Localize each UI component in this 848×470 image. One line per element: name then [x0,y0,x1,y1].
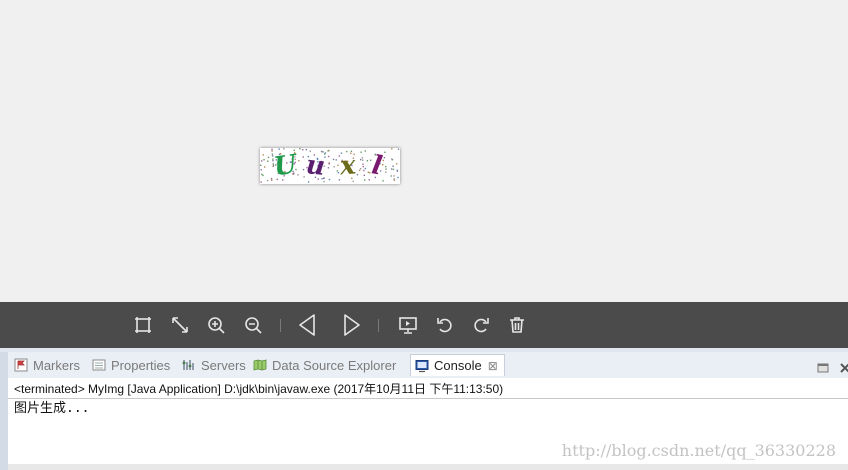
fit-to-window-icon [135,317,151,333]
zoom-in-button[interactable] [204,313,228,337]
watermark-text: http://blog.csdn.net/qq_36330228 [561,441,836,460]
tab-label: Data Source Explorer [272,357,397,373]
viewer-toolbar [0,302,848,348]
slideshow-button[interactable] [396,313,420,337]
panel-tab-bar: Markers Properties Servers Data Source E… [0,352,848,378]
tab-label: Console [434,358,482,373]
tab-label: Markers [33,357,80,373]
console-output-line: 图片生成... [14,401,90,416]
image-viewer-canvas: U u x l [0,0,848,302]
delete-icon [510,317,524,333]
captcha-char: x [338,150,357,182]
console-icon [415,359,429,372]
captcha-char: U [272,149,299,183]
close-icon[interactable]: ⊠ [488,359,498,373]
properties-icon [92,359,106,371]
screen: U u x l Markers Properties Servers Data … [0,0,848,470]
actual-size-icon [172,317,188,333]
fit-to-window-button[interactable] [131,313,155,337]
console-status-line: <terminated> MyImg [Java Application] D:… [8,379,848,399]
rotate-right-button[interactable] [469,313,493,337]
markers-icon [14,358,28,372]
tab-console[interactable]: Console ⊠ [410,354,505,376]
zoom-in-icon [208,317,225,334]
tab-data-source-explorer[interactable]: Data Source Explorer [253,355,396,375]
rotate-right-icon [474,318,489,333]
toolbar-separator [280,319,281,332]
actual-size-button[interactable] [168,313,192,337]
tab-markers[interactable]: Markers [14,355,80,375]
previous-image-icon [299,314,315,336]
horizontal-scrollbar[interactable] [8,464,848,470]
captcha-text: U u x l [260,148,400,184]
toolbar-separator [378,319,379,332]
maximize-icon[interactable] [838,361,848,375]
captcha-image: U u x l [260,148,400,184]
panel-left-border [0,378,8,470]
tab-properties[interactable]: Properties [92,355,170,375]
rotate-left-icon [437,318,452,333]
tab-label: Servers [201,357,246,373]
servers-icon [182,360,194,370]
delete-button[interactable] [505,313,529,337]
zoom-out-button[interactable] [241,313,265,337]
data-source-explorer-icon [253,359,267,371]
console-panel: Markers Properties Servers Data Source E… [0,348,848,470]
previous-image-button[interactable] [295,313,319,337]
slideshow-icon [399,317,417,334]
minimize-icon[interactable] [816,361,830,375]
zoom-out-icon [245,317,262,334]
tab-label: Properties [111,357,171,373]
next-image-button[interactable] [340,313,364,337]
next-image-icon [344,314,360,336]
captcha-char: l [369,150,385,182]
captcha-char: u [304,150,327,182]
rotate-left-button[interactable] [433,313,457,337]
tab-servers[interactable]: Servers [182,355,246,375]
